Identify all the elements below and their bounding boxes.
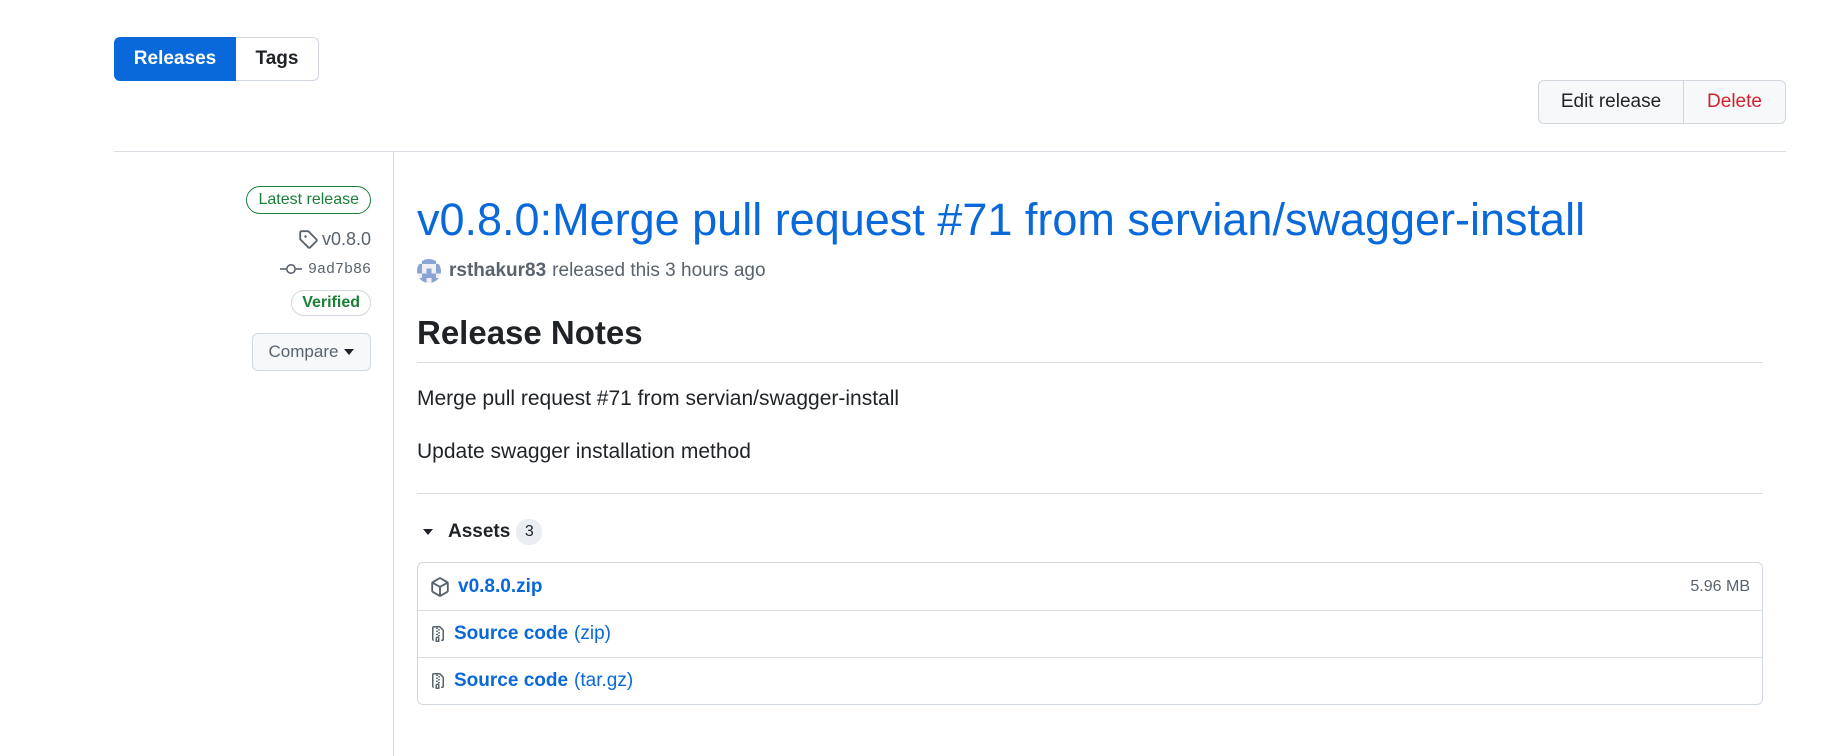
tab-tags[interactable]: Tags <box>236 37 319 81</box>
releases-tags-subnav: Releases Tags <box>114 37 319 81</box>
release-notes-paragraph: Merge pull request #71 from servian/swag… <box>417 387 900 410</box>
latest-release-badge: Latest release <box>246 186 371 214</box>
compare-button[interactable]: Compare <box>252 333 371 371</box>
tag-name: v0.8.0 <box>321 228 371 249</box>
tab-releases[interactable]: Releases <box>114 37 236 81</box>
assets-label: Assets <box>448 521 511 542</box>
notes-divider <box>417 493 1763 494</box>
release-notes-paragraph: Update swagger installation method <box>417 440 751 463</box>
asset-label: Source code <box>454 623 569 644</box>
file-zip-icon <box>432 626 444 642</box>
assets-toggle[interactable]: Assets 3 <box>417 519 1763 545</box>
avatar[interactable] <box>417 259 441 283</box>
tag-icon <box>299 230 318 249</box>
commit-link[interactable]: 9ad7b86 <box>279 258 371 280</box>
asset-link[interactable]: Source code (zip) <box>454 623 611 645</box>
release-main: v0.8.0:Merge pull request #71 from servi… <box>417 190 1763 705</box>
identicon-icon <box>417 259 441 283</box>
package-icon <box>431 576 449 597</box>
asset-format: (zip) <box>574 623 611 644</box>
list-item: v0.8.0.zip 5.96 MB <box>418 563 1762 610</box>
tag-link[interactable]: v0.8.0 <box>298 226 371 252</box>
git-commit-icon <box>279 264 302 274</box>
asset-label: Source code <box>454 670 569 691</box>
verified-badge[interactable]: Verified <box>291 290 371 316</box>
top-divider <box>114 151 1786 152</box>
assets-count: 3 <box>516 519 543 545</box>
asset-link[interactable]: v0.8.0.zip <box>458 576 543 598</box>
asset-size: 5.96 MB <box>1690 577 1750 595</box>
release-actions: Edit release Delete <box>1538 80 1786 124</box>
release-byline: rsthakur83 released this 3 hours ago <box>417 258 1763 284</box>
sidebar-divider <box>393 151 394 756</box>
chevron-down-icon <box>344 349 355 355</box>
release-title[interactable]: v0.8.0:Merge pull request #71 from servi… <box>417 190 1763 250</box>
list-item: Source code (zip) <box>418 610 1762 657</box>
release-sidebar: Latest release v0.8.0 9ad7b86 Verified C… <box>246 186 371 371</box>
edit-release-button[interactable]: Edit release <box>1538 80 1684 124</box>
released-text: released this 3 hours ago <box>552 260 766 281</box>
delete-release-button[interactable]: Delete <box>1684 80 1786 124</box>
release-notes-heading: Release Notes <box>417 314 1763 363</box>
file-zip-icon <box>432 673 444 689</box>
asset-link[interactable]: Source code (tar.gz) <box>454 670 633 692</box>
compare-label: Compare <box>268 342 339 361</box>
commit-sha: 9ad7b86 <box>307 260 371 278</box>
asset-format: (tar.gz) <box>574 670 634 691</box>
triangle-down-icon <box>423 529 433 535</box>
author-link[interactable]: rsthakur83 <box>449 260 546 282</box>
assets-list: v0.8.0.zip 5.96 MB Source code (zip) Sour… <box>417 562 1763 705</box>
list-item: Source code (tar.gz) <box>418 657 1762 704</box>
